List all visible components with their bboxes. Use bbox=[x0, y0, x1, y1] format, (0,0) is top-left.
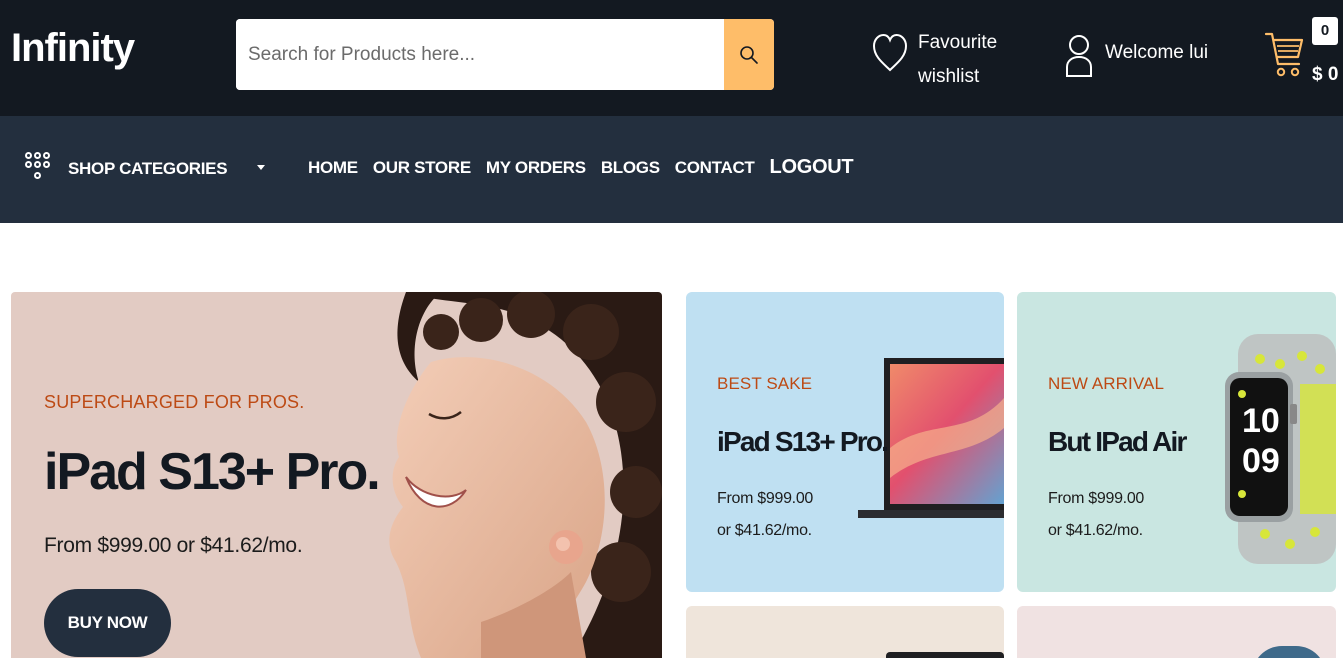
promo-card-laptop[interactable]: BEST SAKE iPad S13+ Pro. From $999.00 or… bbox=[686, 292, 1004, 592]
cart-link[interactable]: 0 $ 0 bbox=[1264, 16, 1343, 96]
card-price-line1: From $999.00 bbox=[717, 490, 814, 507]
search-icon bbox=[740, 45, 758, 64]
hero-title: iPad S13+ Pro. bbox=[44, 443, 381, 501]
site-logo[interactable]: Infinity bbox=[11, 26, 135, 71]
card-title: iPad S13+ Pro. bbox=[717, 426, 889, 457]
grid-dots-icon[interactable] bbox=[25, 152, 51, 188]
cart-total: $ 0 bbox=[1312, 64, 1339, 85]
promo-card-3[interactable] bbox=[686, 606, 1004, 658]
card-price: From $999.00 or $41.62/mo. bbox=[717, 483, 813, 547]
promo-card-watch[interactable]: 10 09 NEW ARRIVAL But IPad Air From $999… bbox=[1017, 292, 1336, 592]
favourite-line2: wishlist bbox=[918, 66, 980, 87]
user-icon bbox=[1066, 35, 1092, 77]
hero-subtitle: SUPERCHARGED FOR PROS. bbox=[44, 392, 305, 412]
favourite-line1: Favourite bbox=[918, 32, 998, 53]
welcome-label: Welcome lui bbox=[1105, 42, 1209, 63]
cart-icon bbox=[1264, 32, 1304, 77]
top-header: Infinity Favourite wishlist Welcome lui bbox=[0, 0, 1343, 116]
heart-icon bbox=[872, 33, 908, 72]
card-subtitle: NEW ARRIVAL bbox=[1048, 374, 1165, 393]
nav-home[interactable]: HOME bbox=[308, 158, 358, 178]
favourite-label: Favourite wishlist bbox=[918, 26, 997, 94]
nav-our-store[interactable]: OUR STORE bbox=[373, 158, 471, 178]
caret-down-icon[interactable] bbox=[257, 165, 265, 170]
hero-banner[interactable]: SUPERCHARGED FOR PROS. iPad S13+ Pro. Fr… bbox=[11, 292, 662, 658]
nav-logout[interactable]: LOGOUT bbox=[770, 156, 854, 179]
nav-contact[interactable]: CONTACT bbox=[675, 158, 755, 178]
promo-card-4[interactable] bbox=[1017, 606, 1336, 658]
shop-categories-dropdown[interactable]: SHOP CATEGORIES bbox=[68, 159, 228, 179]
card-price-line1: From $999.00 bbox=[1048, 490, 1145, 507]
buy-now-button[interactable]: BUY NOW bbox=[44, 589, 171, 657]
card-price-line2: or $41.62/mo. bbox=[1048, 522, 1143, 539]
hero-price: From $999.00 or $41.62/mo. bbox=[44, 534, 303, 557]
card-subtitle: BEST SAKE bbox=[717, 374, 813, 393]
product-image-partial bbox=[886, 652, 1004, 658]
smartwatch-image: 10 09 bbox=[1225, 334, 1336, 564]
search-bar bbox=[236, 19, 774, 90]
search-input[interactable] bbox=[236, 19, 724, 90]
card-price-line2: or $41.62/mo. bbox=[717, 522, 812, 539]
main-navbar: SHOP CATEGORIES HOME OUR STORE MY ORDERS… bbox=[0, 116, 1343, 223]
svg-text:09: 09 bbox=[1242, 442, 1280, 480]
nav-links: HOME OUR STORE MY ORDERS BLOGS CONTACT L… bbox=[308, 156, 868, 179]
nav-my-orders[interactable]: MY ORDERS bbox=[486, 158, 586, 178]
product-image-partial bbox=[1252, 646, 1326, 658]
search-button[interactable] bbox=[724, 19, 774, 90]
svg-text:10: 10 bbox=[1242, 402, 1280, 440]
card-price: From $999.00 or $41.62/mo. bbox=[1048, 483, 1144, 547]
cart-count-badge: 0 bbox=[1312, 17, 1338, 45]
card-title: But IPad Air bbox=[1048, 426, 1187, 457]
nav-blogs[interactable]: BLOGS bbox=[601, 158, 660, 178]
